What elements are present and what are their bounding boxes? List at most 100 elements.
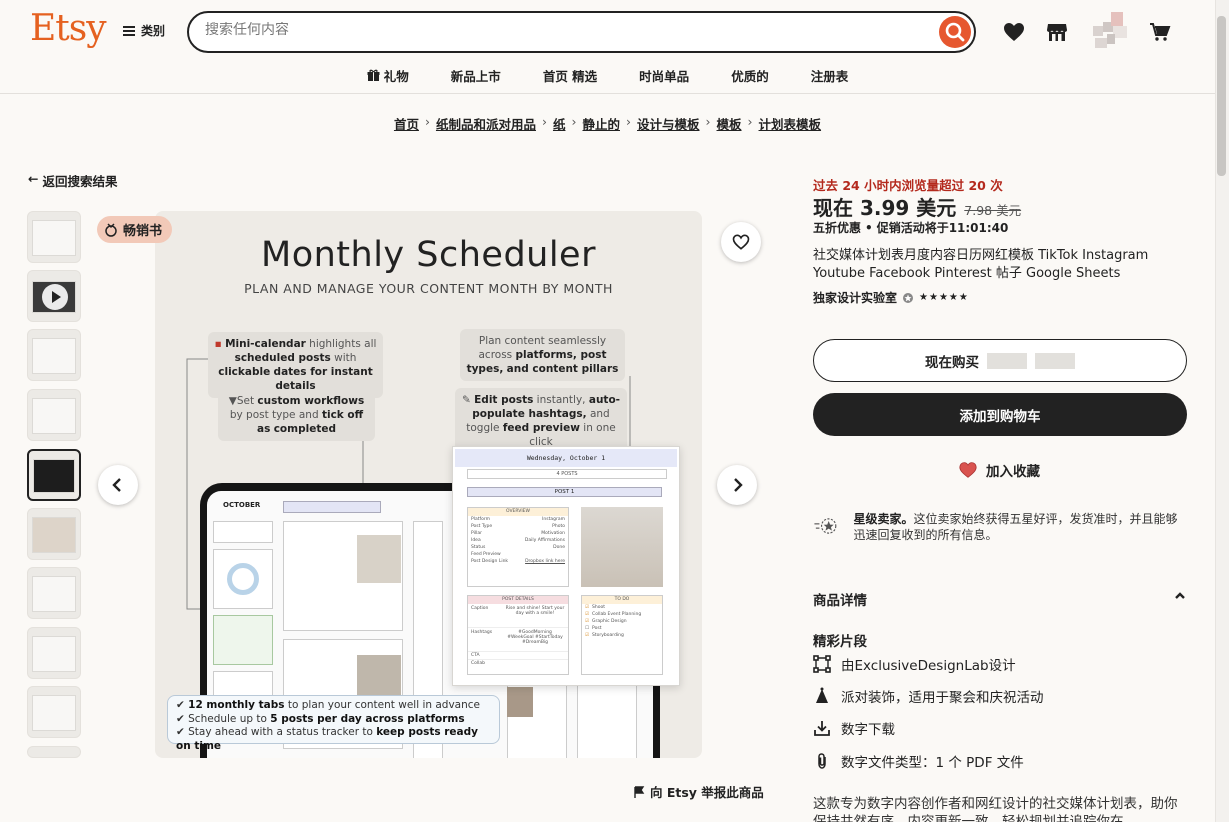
- card-details-title: POST DETAILS: [468, 596, 568, 604]
- breadcrumb-link[interactable]: 设计与模板: [637, 114, 700, 133]
- avatar[interactable]: [1093, 12, 1127, 48]
- sale-info: 五折优惠 • 促销活动将于11:01:40: [813, 221, 1009, 235]
- redacted-price: [987, 352, 1027, 369]
- product-title: 社交媒体计划表月度内容日历网红模板 TikTok Instagram Youtu…: [813, 248, 1149, 281]
- star-seller-text: 星级卖家。这位卖家始终获得五星好评，发货准时，并且能够迅速回复收到的所有信息。: [854, 511, 1188, 543]
- nav-gifts[interactable]: 礼物: [346, 64, 430, 87]
- sale-ends: 促销活动将于11:01:40: [876, 221, 1009, 235]
- etsy-logo[interactable]: Etsy: [30, 8, 107, 49]
- categories-label: 类别: [141, 24, 166, 38]
- thumbnail[interactable]: [27, 508, 81, 560]
- add-to-favorites-label: 加入收藏: [986, 464, 1040, 480]
- highlight-text[interactable]: 由ExclusiveDesignLab设计: [841, 654, 1016, 674]
- scrollbar-thumb[interactable]: [1217, 16, 1226, 176]
- nav-fashion[interactable]: 时尚单品: [618, 64, 710, 87]
- seller-name-link[interactable]: 独家设计实验室: [813, 289, 897, 306]
- breadcrumb: 首页 › 纸制品和派对用品 › 纸 › 静止的 › 设计与模板 › 模板 › 计划表模板: [0, 114, 1215, 133]
- nav-label: 礼物: [383, 69, 409, 84]
- breadcrumb-link[interactable]: 计划表模板: [759, 114, 822, 133]
- breadcrumb-separator: ›: [747, 114, 753, 129]
- back-to-search-link[interactable]: ← 返回搜索结果: [28, 171, 118, 190]
- buy-now-button[interactable]: 现在购买: [813, 339, 1187, 382]
- chevron-left-icon: [112, 478, 121, 492]
- shop-icon[interactable]: [1045, 20, 1069, 44]
- price-row: 现在 3.99 美元 7.98 美元: [813, 192, 1021, 221]
- thumbnail[interactable]: [27, 686, 81, 738]
- nav-label: 注册表: [810, 69, 849, 84]
- breadcrumb-link[interactable]: 模板: [717, 114, 742, 133]
- chevron-right-icon: [734, 478, 743, 492]
- favorites-heart-icon[interactable]: [1002, 20, 1026, 44]
- categories-menu-button[interactable]: 类别: [123, 22, 165, 39]
- features-box: ✔ 12 monthly tabs to plan your content w…: [167, 695, 500, 752]
- highlight-text: 派对装饰，适用于聚会和庆祝活动: [841, 690, 1044, 706]
- cart-icon[interactable]: [1148, 20, 1172, 44]
- thumbnail[interactable]: [27, 746, 81, 758]
- breadcrumb-separator: ›: [571, 114, 577, 129]
- seller-info: 独家设计实验室 ★★★★★: [813, 289, 969, 306]
- feature-line: ✔ 12 monthly tabs to plan your content w…: [176, 699, 480, 711]
- card-posts-count: 4 POSTS: [467, 469, 667, 479]
- breadcrumb-separator: ›: [424, 114, 430, 129]
- card-overview-title: OVERVIEW: [468, 508, 568, 516]
- highlights-heading: 精彩片段: [813, 634, 867, 650]
- thumbnail[interactable]: [27, 567, 81, 619]
- card-todo-title: TO DO: [582, 596, 662, 604]
- report-item-link[interactable]: 向 Etsy 举报此商品: [633, 782, 764, 801]
- nav-new-arrivals[interactable]: 新品上市: [430, 64, 522, 87]
- flag-icon: [634, 785, 645, 798]
- card-photo: [581, 507, 663, 587]
- product-description: 这款专为数字内容创作者和网红设计的社交媒体计划表，助你保持井然有序，内容更新一致…: [813, 796, 1178, 822]
- nav-registry[interactable]: 注册表: [790, 64, 870, 87]
- add-to-cart-button[interactable]: 添加到购物车: [813, 393, 1187, 436]
- nav-label: 首页 精选: [542, 69, 598, 84]
- breadcrumb-link[interactable]: 纸: [553, 114, 566, 133]
- nav-home-picks[interactable]: 首页 精选: [522, 64, 618, 87]
- card-row: Post Type Photo: [471, 524, 565, 529]
- breadcrumb-link[interactable]: 静止的: [582, 114, 620, 133]
- screen-month: OCTOBER: [223, 501, 261, 509]
- highlight-text: 数字下载: [841, 722, 895, 738]
- thumbnail[interactable]: [27, 211, 81, 263]
- star-seller-icon: [814, 518, 837, 534]
- breadcrumb-separator: ›: [705, 114, 711, 129]
- thumbnail-video[interactable]: [27, 270, 81, 322]
- product-image[interactable]: Monthly Scheduler PLAN AND MANAGE YOUR C…: [155, 211, 702, 758]
- buy-now-label: 现在购买: [925, 354, 979, 371]
- search-icon: [945, 22, 965, 42]
- thumbnail[interactable]: [27, 627, 81, 679]
- item-details-toggle[interactable]: 商品详情: [813, 589, 1187, 609]
- card-row: Post Design Link Dropbox link here: [471, 559, 565, 564]
- arrow-left-icon: ←: [28, 171, 39, 186]
- search-button[interactable]: [939, 16, 971, 48]
- todo-item: ☐ Post: [585, 626, 602, 631]
- todo-item: ☑ Collab Event Planning: [585, 612, 642, 617]
- thumbnail[interactable]: [27, 389, 81, 441]
- highlight-text: 数字文件类型：1 个 PDF 文件: [841, 755, 1024, 771]
- top-navigation: 礼物 新品上市 首页 精选 时尚单品 优质的 注册表: [0, 64, 1215, 87]
- card-row: Idea Daily Affirmations: [471, 538, 565, 543]
- thumbnail-selected[interactable]: [27, 449, 81, 501]
- previous-image-button[interactable]: [98, 465, 138, 505]
- callout-workflows: ▼Set custom workflows by post type and t…: [218, 389, 375, 441]
- highlight-digital-download: 数字下载: [813, 718, 895, 738]
- card-row: Status Done: [471, 545, 565, 550]
- heart-outline-icon: [732, 234, 750, 250]
- callout-edit-posts: ✎ Edit posts instantly, auto-populate ha…: [455, 388, 627, 454]
- nav-label: 新品上市: [450, 69, 501, 84]
- highlight-designer: 由ExclusiveDesignLab设计: [813, 654, 1016, 674]
- next-image-button[interactable]: [717, 465, 757, 505]
- breadcrumb-link[interactable]: 首页: [394, 114, 419, 133]
- search-input[interactable]: [205, 22, 905, 38]
- add-to-favorites-button[interactable]: 加入收藏: [958, 460, 1040, 480]
- breadcrumb-link[interactable]: 纸制品和派对用品: [436, 114, 536, 133]
- thumbnail[interactable]: [27, 329, 81, 381]
- redacted-price: [1035, 352, 1075, 369]
- add-to-cart-label: 添加到购物车: [959, 408, 1041, 425]
- card-row: Platform Instagram: [471, 517, 565, 522]
- favorite-image-button[interactable]: [721, 222, 761, 262]
- nav-premium[interactable]: 优质的: [710, 64, 790, 87]
- paperclip-icon: [818, 753, 826, 769]
- todo-item: ☑ Graphic Design: [585, 619, 627, 624]
- rating-stars[interactable]: ★★★★★: [919, 292, 969, 303]
